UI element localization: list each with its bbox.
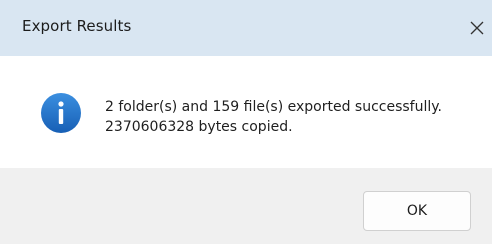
export-results-dialog: Export Results 2 folder(s) and 159 file(… <box>0 0 492 244</box>
message-line-1: 2 folder(s) and 159 file(s) exported suc… <box>105 99 442 115</box>
message-line-2: 2370606328 bytes copied. <box>105 119 293 135</box>
message-text: 2 folder(s) and 159 file(s) exported suc… <box>105 97 442 137</box>
dialog-title: Export Results <box>22 17 132 35</box>
button-footer: OK <box>0 168 492 244</box>
close-button[interactable] <box>462 8 492 48</box>
close-icon <box>470 21 484 35</box>
ok-button[interactable]: OK <box>363 191 471 231</box>
info-icon <box>41 93 81 133</box>
message-area: 2 folder(s) and 159 file(s) exported suc… <box>0 56 492 168</box>
title-bar: Export Results <box>0 0 492 56</box>
